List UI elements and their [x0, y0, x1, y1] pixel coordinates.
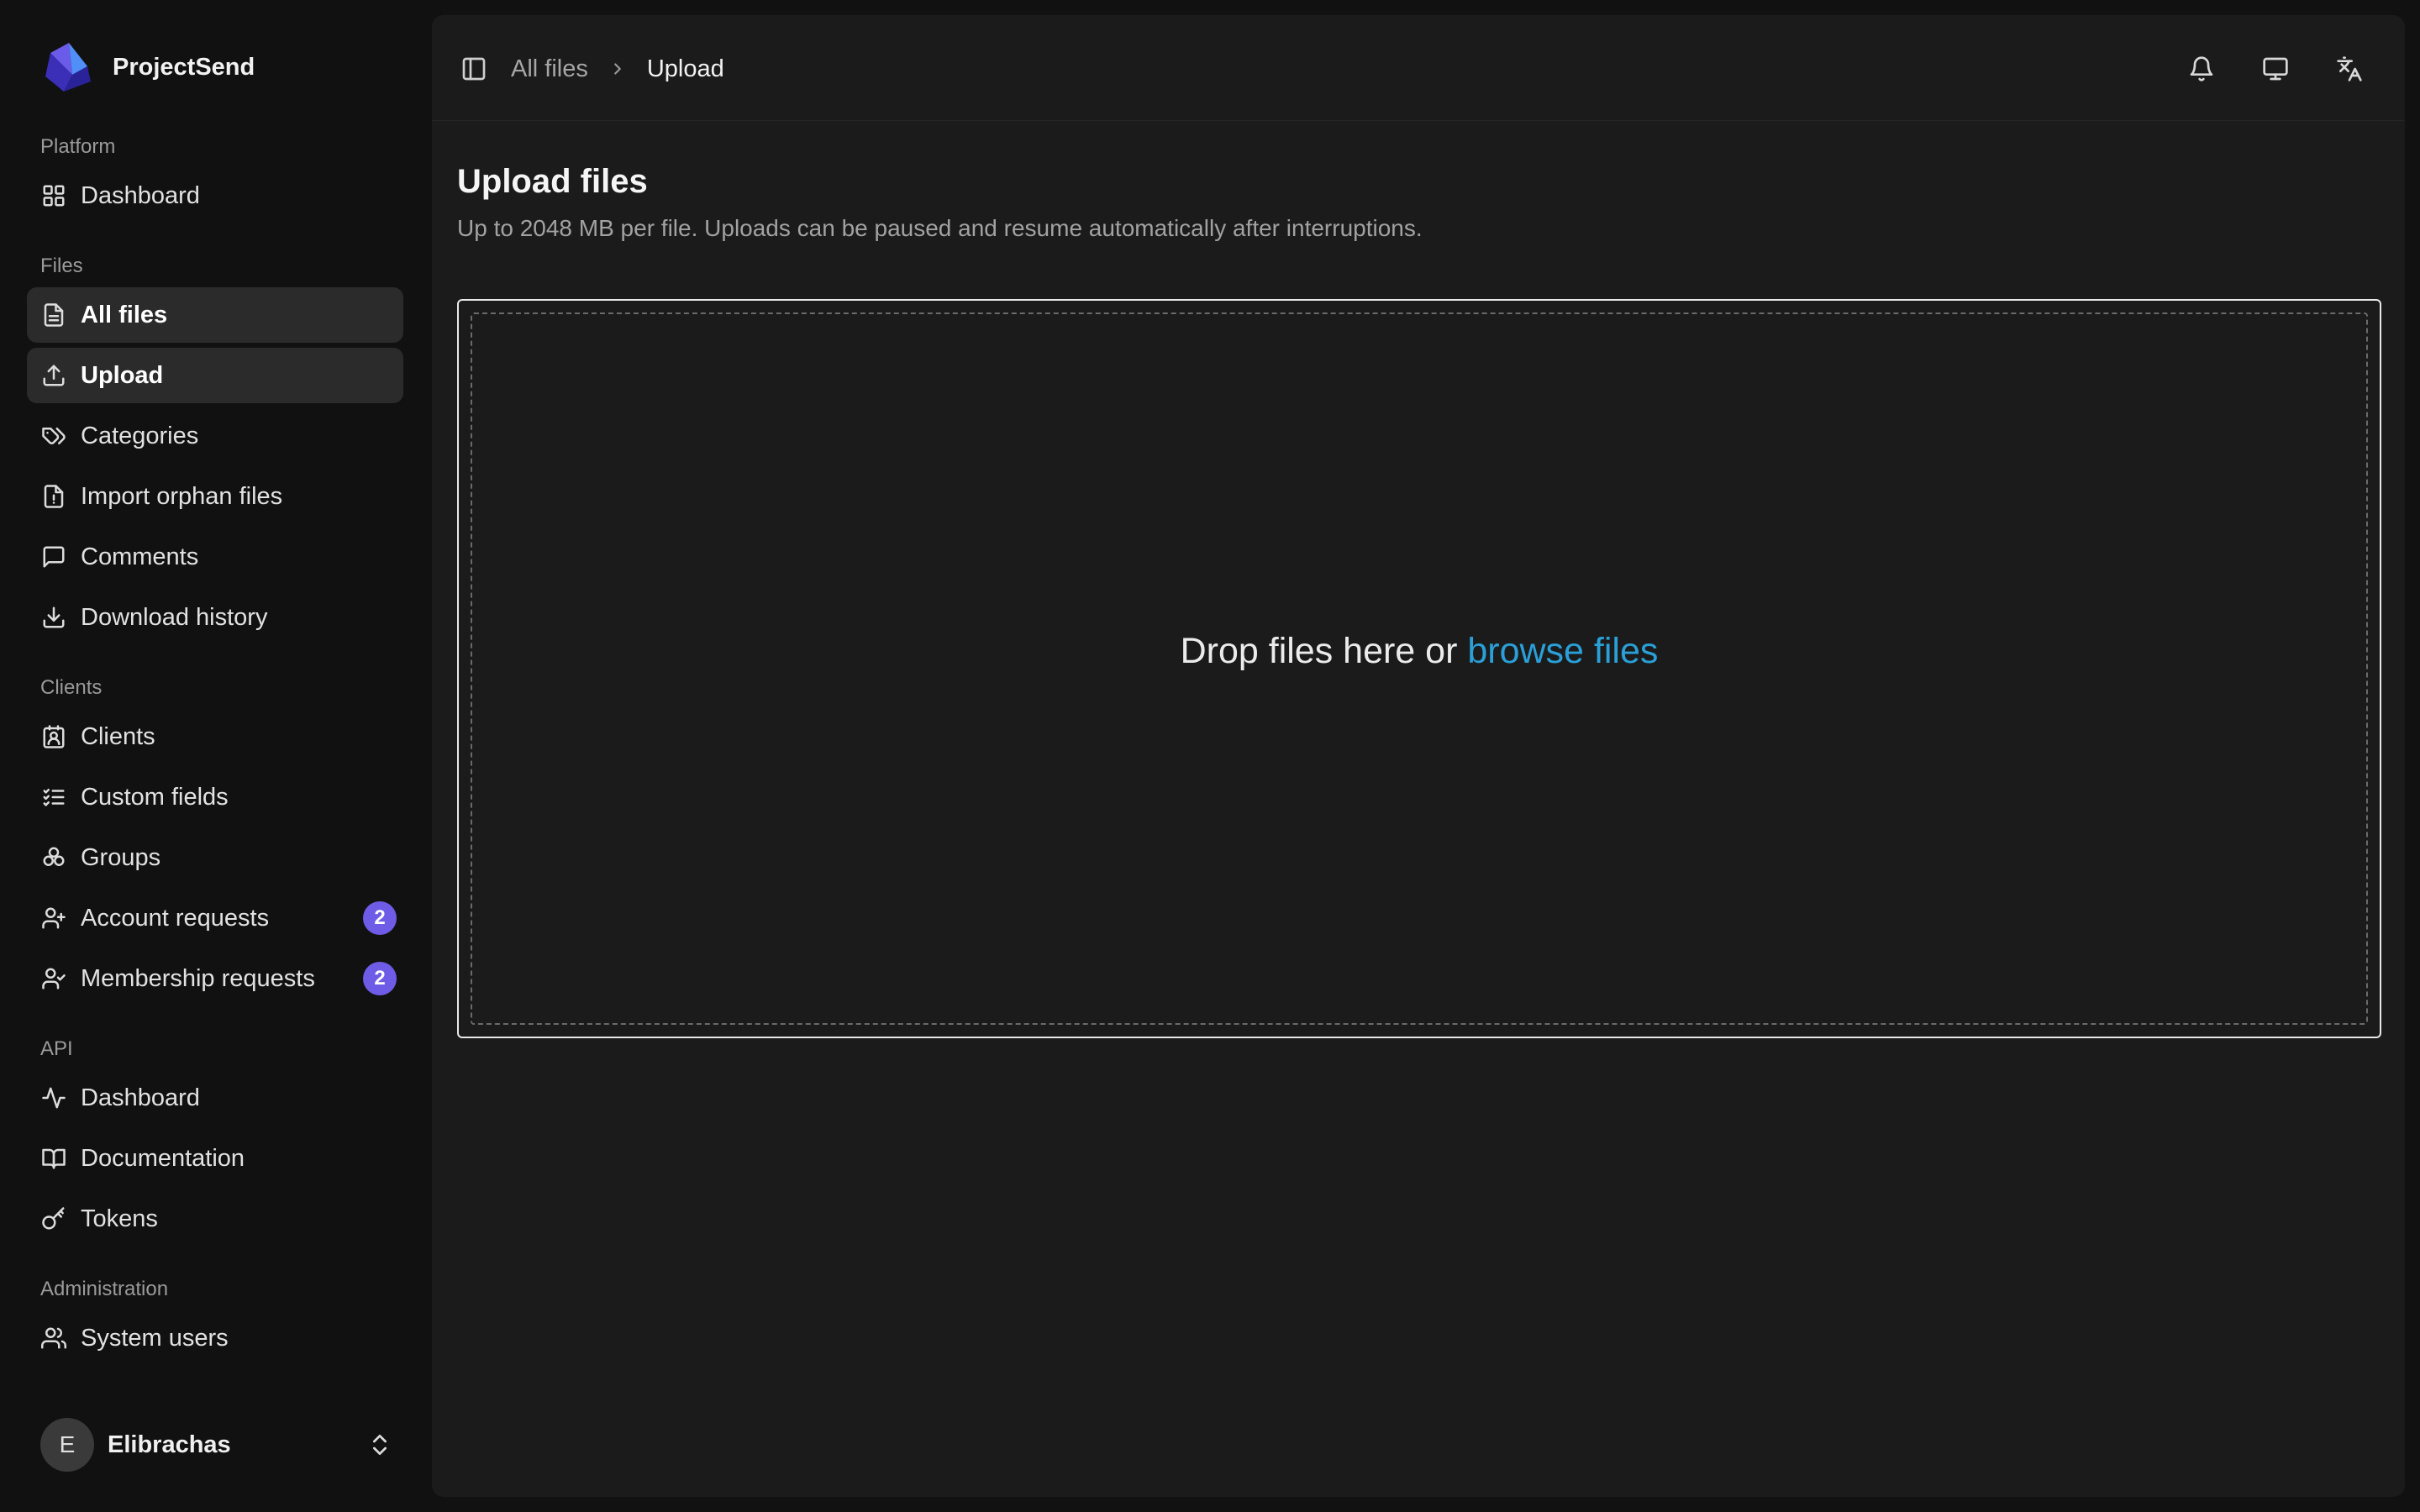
app-name: ProjectSend	[113, 53, 255, 81]
sidebar-item-label: Download history	[81, 603, 268, 631]
page-title: Upload files	[457, 163, 648, 200]
sidebar-item-label: Upload	[81, 361, 164, 389]
sidebar-item-account-requests[interactable]: Account requests 2	[27, 890, 403, 946]
sidebar-item-import-orphan-files[interactable]: Import orphan files	[27, 469, 403, 524]
dropzone-text: Drop files here or browse files	[1181, 631, 1659, 672]
sidebar-item-label: Groups	[81, 843, 161, 871]
user-plus-icon	[40, 905, 67, 932]
groups-icon	[40, 844, 67, 871]
breadcrumb-current: Upload	[646, 55, 724, 82]
sidebar-item-label: Documentation	[81, 1144, 245, 1172]
tags-icon	[40, 423, 67, 449]
sidebar-item-all-files[interactable]: All files	[27, 287, 403, 343]
comment-icon	[40, 543, 67, 570]
sidebar-item-label: Membership requests	[81, 964, 315, 992]
dropzone-dashed-area: Drop files here or browse files	[471, 312, 2368, 1025]
sidebar-item-label: All files	[81, 301, 168, 328]
dropzone-prompt: Drop files here or	[1180, 630, 1458, 671]
sidebar-item-system-users[interactable]: System users	[27, 1310, 403, 1366]
sidebar: ProjectSend Platform Dashboard Files All fi…	[0, 0, 432, 1512]
sidebar-item-label: Comments	[81, 543, 199, 570]
activity-icon	[40, 1084, 67, 1111]
projectsend-logo-icon	[45, 43, 91, 92]
top-bar: All files Upload	[432, 15, 2405, 121]
display-button[interactable]	[2255, 49, 2296, 89]
sidebar-section-label: API	[40, 1037, 73, 1060]
key-icon	[40, 1205, 67, 1232]
sidebar-item-label: Dashboard	[81, 1084, 200, 1111]
sidebar-item-label: Clients	[81, 722, 155, 750]
file-alert-icon	[40, 483, 67, 510]
sidebar-item-download-history[interactable]: Download history	[27, 590, 403, 645]
sidebar-item-label: System users	[81, 1324, 229, 1352]
brand[interactable]: ProjectSend	[44, 40, 255, 94]
notifications-button[interactable]	[2181, 49, 2222, 89]
users-icon	[40, 1325, 67, 1352]
book-icon	[40, 1145, 67, 1172]
sidebar-item-label: Custom fields	[81, 783, 229, 811]
sidebar-section-label: Platform	[40, 135, 116, 158]
user-menu[interactable]: E Elibrachas	[40, 1418, 393, 1472]
avatar: E	[40, 1418, 94, 1472]
browse-files-link[interactable]: browse files	[1467, 631, 1658, 671]
sidebar-item-label: Account requests	[81, 904, 270, 932]
language-button[interactable]	[2329, 49, 2370, 89]
page-subtitle: Up to 2048 MB per file. Uploads can be p…	[457, 215, 1423, 241]
sidebar-toggle-button[interactable]	[457, 52, 491, 86]
bell-icon	[2188, 55, 2215, 82]
sidebar-section-label: Files	[40, 255, 83, 277]
sidebar-item-label: Dashboard	[81, 181, 200, 209]
upload-dropzone[interactable]: Drop files here or browse files	[457, 299, 2381, 1038]
sidebar-item-groups[interactable]: Groups	[27, 830, 403, 885]
checklist-icon	[40, 784, 67, 811]
breadcrumb: All files Upload	[511, 52, 724, 86]
chevron-right-icon	[608, 60, 627, 78]
upload-icon	[40, 362, 67, 389]
sidebar-nav: Platform Dashboard Files All files Upload Cat…	[27, 128, 403, 1371]
count-badge: 2	[363, 962, 397, 995]
sidebar-item-categories[interactable]: Categories	[27, 408, 403, 464]
sidebar-item-clients[interactable]: Clients	[27, 709, 403, 764]
app-window: ProjectSend Platform Dashboard Files All fi…	[0, 0, 2420, 1512]
breadcrumb-all-files[interactable]: All files	[511, 55, 588, 83]
sidebar-item-tokens[interactable]: Tokens	[27, 1191, 403, 1247]
sidebar-item-documentation[interactable]: Documentation	[27, 1131, 403, 1186]
file-icon	[40, 302, 67, 328]
translate-icon	[2336, 55, 2363, 82]
sidebar-item-upload[interactable]: Upload	[27, 348, 403, 403]
sidebar-item-platform-dashboard[interactable]: Dashboard	[27, 168, 403, 223]
contact-badge-icon	[40, 723, 67, 750]
sidebar-item-custom-fields[interactable]: Custom fields	[27, 769, 403, 825]
sidebar-item-membership-requests[interactable]: Membership requests 2	[27, 951, 403, 1006]
main-panel: All files Upload Upload files Up to 2048…	[432, 15, 2405, 1497]
count-badge: 2	[363, 901, 397, 935]
chevrons-up-down-icon	[373, 1435, 387, 1455]
sidebar-item-api-dashboard[interactable]: Dashboard	[27, 1070, 403, 1126]
sidebar-item-label: Tokens	[81, 1205, 158, 1232]
dashboard-grid-icon	[40, 182, 67, 209]
sidebar-item-comments[interactable]: Comments	[27, 529, 403, 585]
user-check-icon	[40, 965, 67, 992]
sidebar-item-label: Import orphan files	[81, 482, 283, 510]
sidebar-item-label: Categories	[81, 422, 199, 449]
download-icon	[40, 604, 67, 631]
monitor-icon	[2262, 55, 2289, 82]
sidebar-section-label: Clients	[40, 676, 103, 699]
user-name: Elibrachas	[108, 1431, 231, 1458]
top-actions	[2148, 49, 2370, 89]
sidebar-section-label: Administration	[40, 1278, 169, 1300]
sidebar-panel-icon	[462, 57, 486, 81]
